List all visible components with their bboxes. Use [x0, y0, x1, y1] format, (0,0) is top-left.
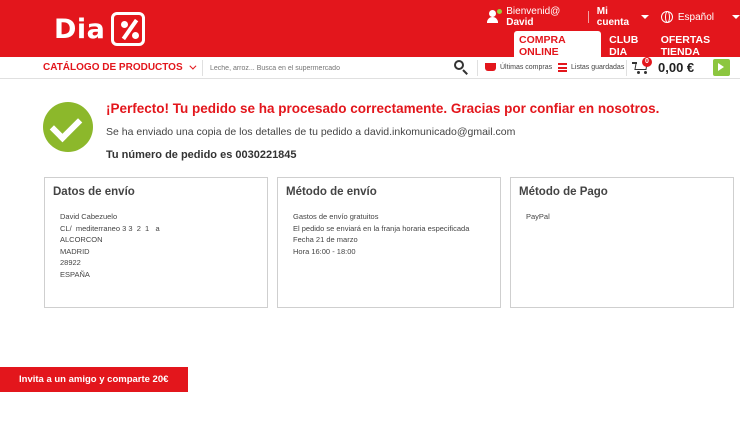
user-area: Bienvenid@ David Mi cuenta Español	[486, 6, 740, 28]
user-icon	[486, 9, 502, 24]
user-name: David	[506, 17, 534, 28]
separator	[587, 11, 589, 23]
ofertas-tienda-link[interactable]: OFERTAS TIENDA	[661, 34, 740, 58]
search-input[interactable]	[210, 60, 446, 76]
checkmark-icon	[43, 102, 93, 152]
go-to-cart-button[interactable]	[713, 59, 730, 76]
listas-guardadas-link[interactable]: Listas guardadas	[558, 63, 624, 72]
divider	[477, 60, 478, 76]
detail-line: El pedido se enviará en la franja horari…	[293, 223, 470, 233]
welcome-prefix: Bienvenid@	[506, 6, 561, 17]
listas-guardadas-label: Listas guardadas	[571, 64, 625, 71]
list-icon	[558, 63, 567, 72]
shipping-method-card: Método de envío Gastos de envío gratuito…	[277, 177, 501, 308]
catalog-menu[interactable]: CATÁLOGO DE PRODUCTOS	[43, 62, 197, 73]
club-dia-link[interactable]: CLUB DIA	[609, 34, 653, 58]
card-title: Método de envío	[286, 186, 377, 198]
dia-logo[interactable]: Dia	[54, 12, 146, 46]
catalog-bar: CATÁLOGO DE PRODUCTOS Últimas compras Li…	[0, 57, 740, 79]
detail-line: CL/ mediterraneo 3 3 2 1 a	[60, 223, 160, 233]
cart-total[interactable]: 0,00 €	[658, 60, 694, 75]
language-selector[interactable]: Español	[660, 11, 740, 23]
logo-text: Dia	[54, 13, 106, 45]
ultimas-compras-label: Últimas compras	[500, 63, 553, 71]
detail-line: ALCORCON	[60, 235, 103, 244]
ultimas-compras-link[interactable]: Últimas compras	[485, 63, 552, 71]
shipping-card: Datos de envío David Cabezuelo CL/ medit…	[44, 177, 268, 308]
divider	[202, 60, 203, 76]
payment-method-card: Método de Pago PayPal	[510, 177, 734, 308]
card-title: Método de Pago	[519, 186, 608, 198]
detail-line: Fecha 21 de marzo	[293, 235, 358, 244]
globe-icon	[660, 11, 673, 23]
chevron-down-icon	[189, 62, 197, 70]
card-title: Datos de envío	[53, 186, 135, 198]
welcome-text: Bienvenid@ David	[506, 6, 580, 28]
detail-line: Gastos de envío gratuitos	[293, 212, 379, 221]
order-number: Tu número de pedido es 0030221845	[106, 149, 297, 161]
account-menu[interactable]: Mi cuenta	[597, 6, 649, 28]
detail-line: MADRID	[60, 246, 90, 256]
shipping-method-details: Gastos de envío gratuitos El pedido se e…	[293, 211, 469, 257]
basket-icon	[485, 63, 496, 71]
detail-line: David Cabezuelo	[60, 212, 118, 221]
email-confirmation-note: Se ha enviado una copia de los detalles …	[106, 126, 516, 138]
detail-line: Hora 16:00 - 18:00	[293, 246, 356, 256]
detail-line: 28922	[60, 258, 81, 267]
payment-method-details: PayPal	[526, 211, 550, 223]
search-icon[interactable]	[454, 60, 468, 75]
divider	[626, 60, 627, 76]
catalog-label: CATÁLOGO DE PRODUCTOS	[43, 62, 183, 73]
caret-down-icon	[732, 15, 740, 19]
invite-friend-button[interactable]: Invita a un amigo y comparte 20€	[0, 367, 188, 392]
detail-line: ESPAÑA	[60, 269, 90, 279]
percent-logo-icon	[111, 12, 146, 46]
account-menu-label: Mi cuenta	[596, 6, 630, 28]
language-label: Español	[677, 11, 714, 23]
detail-line: PayPal	[526, 212, 550, 221]
caret-down-icon	[640, 15, 649, 19]
success-title: ¡Perfecto! Tu pedido se ha procesado cor…	[106, 101, 660, 116]
cart-count-badge: 0	[642, 57, 652, 67]
top-header: Dia Bienvenid@ David Mi cuenta Español C…	[0, 0, 740, 61]
shipping-details: David Cabezuelo CL/ mediterraneo 3 3 2 1…	[60, 211, 160, 280]
